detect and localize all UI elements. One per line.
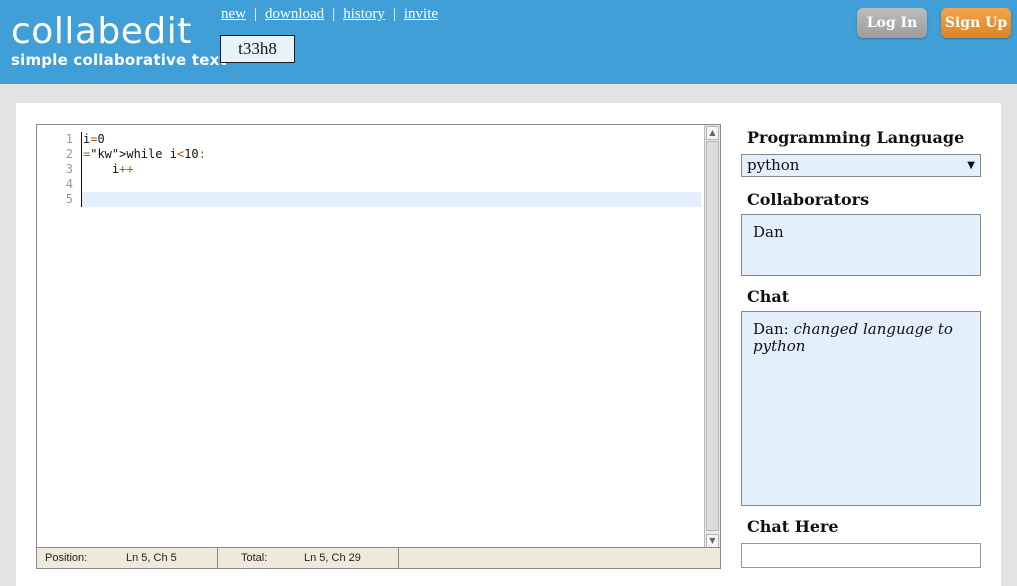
tagline: simple collaborative text — [11, 51, 227, 69]
total-value: Ln 5, Ch 29 — [304, 552, 361, 564]
nav-download-link[interactable]: download — [265, 6, 324, 22]
total-label: Total: — [241, 552, 268, 564]
chat-title: Chat — [747, 287, 790, 306]
code-line-1[interactable]: i=0 — [81, 132, 701, 147]
line-number-gutter: 1 2 3 4 5 — [37, 132, 79, 207]
scroll-up-arrow-icon[interactable]: ▲ — [706, 126, 719, 140]
chat-log: Dan: changed language to python — [741, 311, 981, 506]
editor-status-bar: Position: Ln 5, Ch 5 Total: Ln 5, Ch 29 — [37, 547, 720, 568]
status-divider — [217, 548, 218, 568]
document-id-field[interactable]: t33h8 — [220, 35, 295, 63]
nav-new-link[interactable]: new — [221, 6, 246, 22]
position-value: Ln 5, Ch 5 — [126, 552, 177, 564]
scroll-down-arrow-icon[interactable]: ▼ — [706, 534, 719, 548]
collaborators-box: Dan — [741, 214, 981, 276]
code-area[interactable]: i=0 ="kw">while i<10: i++ — [81, 132, 701, 207]
collaborators-title: Collaborators — [747, 190, 870, 209]
line-number: 2 — [65, 147, 73, 161]
language-select[interactable]: python ▼ — [741, 154, 981, 177]
chat-input-title: Chat Here — [747, 517, 839, 536]
code-line-5-active[interactable] — [81, 192, 701, 207]
line-number: 4 — [65, 177, 73, 191]
collaborator-name: Dan — [753, 223, 784, 241]
nav-separator: | — [332, 6, 336, 22]
scroll-thumb[interactable] — [706, 141, 719, 531]
nav-separator: | — [392, 6, 396, 22]
code-line-3[interactable]: i++ — [81, 162, 701, 177]
chat-input[interactable] — [741, 543, 981, 568]
top-nav: new | download | history | invite — [221, 6, 438, 23]
status-divider — [398, 548, 399, 568]
chat-message: Dan: changed language to python — [753, 321, 969, 355]
code-line-2[interactable]: ="kw">while i<10: — [81, 147, 701, 162]
logo[interactable]: collabedit — [11, 12, 192, 52]
code-editor[interactable]: 1 2 3 4 5 i=0 ="kw">while i<10: i++ ▲ ▼ … — [36, 124, 721, 569]
line-number: 1 — [65, 132, 73, 146]
code-line-4[interactable] — [81, 177, 701, 192]
position-label: Position: — [45, 552, 88, 564]
chat-user: Dan: — [753, 320, 789, 338]
signup-button[interactable]: Sign Up — [941, 8, 1011, 38]
line-number: 3 — [65, 162, 73, 176]
language-title: Programming Language — [747, 128, 965, 147]
language-selected-value: python — [747, 156, 800, 174]
login-button[interactable]: Log In — [857, 8, 927, 38]
header-bar: collabedit simple collaborative text new… — [0, 0, 1017, 84]
line-number: 5 — [65, 192, 73, 206]
editor-scrollbar[interactable]: ▲ ▼ — [704, 125, 720, 549]
nav-invite-link[interactable]: invite — [404, 6, 438, 22]
text-cursor — [81, 132, 82, 207]
nav-history-link[interactable]: history — [343, 6, 385, 22]
dropdown-caret-icon: ▼ — [967, 160, 975, 171]
nav-separator: | — [254, 6, 258, 22]
